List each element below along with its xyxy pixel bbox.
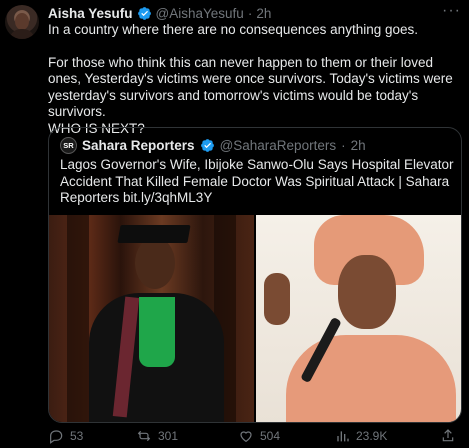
reply-button[interactable]: 53: [48, 428, 83, 444]
views-chart-icon: [337, 431, 349, 442]
reply-icon: [50, 430, 63, 444]
graduation-cap: [117, 225, 191, 243]
tweet-line-1: In a country where there are no conseque…: [48, 22, 418, 37]
author-avatar[interactable]: [5, 5, 39, 39]
header-separator: ·: [247, 5, 253, 21]
repost-count: 301: [158, 429, 179, 443]
quoted-tweet[interactable]: SR Sahara Reporters @SaharaReporters · 2…: [48, 127, 462, 423]
tweet-time[interactable]: 2h: [256, 6, 271, 21]
quote-separator: ·: [341, 138, 346, 153]
heart-icon: [240, 431, 252, 443]
quote-time: 2h: [350, 138, 366, 153]
tweet-header: Aisha Yesufu @AishaYesufu · 2h: [48, 4, 271, 22]
quote-media[interactable]: [49, 215, 461, 422]
sahara-reporters-logo: SR: [60, 137, 77, 154]
views-button[interactable]: 23.9K: [334, 428, 387, 444]
quote-author-handle: @SaharaReporters: [219, 138, 337, 153]
quote-author-name: Sahara Reporters: [82, 138, 195, 153]
tweet-text: In a country where there are no conseque…: [48, 22, 462, 137]
share-icon: [442, 429, 454, 442]
repost-button[interactable]: 301: [136, 428, 178, 444]
speaker-face: [338, 255, 396, 329]
graduate-photo[interactable]: [49, 215, 254, 422]
tweet-line-2: For those who think this can never happe…: [48, 54, 453, 120]
like-button[interactable]: 504: [238, 428, 280, 444]
speaker-dress: [286, 335, 456, 422]
view-count: 23.9K: [356, 429, 388, 443]
verified-badge-icon: [200, 139, 214, 152]
reply-count: 53: [70, 429, 84, 443]
avatar-face: [15, 13, 29, 30]
speaker-hand: [264, 273, 290, 325]
speaker-photo[interactable]: [256, 215, 461, 422]
author-handle[interactable]: @AishaYesufu: [156, 6, 244, 21]
verified-badge-icon: [137, 6, 151, 20]
quote-text: Lagos Governor's Wife, Ibijoke Sanwo-Olu…: [60, 157, 454, 205]
repost-icon: [137, 430, 151, 442]
avatar-body: [9, 29, 35, 39]
more-options-icon[interactable]: ···: [442, 2, 461, 20]
tweet-actions: 53 301 504 23.9K: [48, 428, 462, 446]
graduate-head: [135, 237, 175, 289]
share-button[interactable]: [440, 428, 456, 444]
author-name[interactable]: Aisha Yesufu: [48, 6, 133, 21]
green-top: [139, 297, 175, 367]
tweet[interactable]: Aisha Yesufu @AishaYesufu · 2h ··· In a …: [0, 0, 469, 448]
like-count: 504: [260, 429, 281, 443]
quote-header: SR Sahara Reporters @SaharaReporters · 2…: [60, 137, 366, 154]
photo-background-panel: [67, 215, 89, 422]
